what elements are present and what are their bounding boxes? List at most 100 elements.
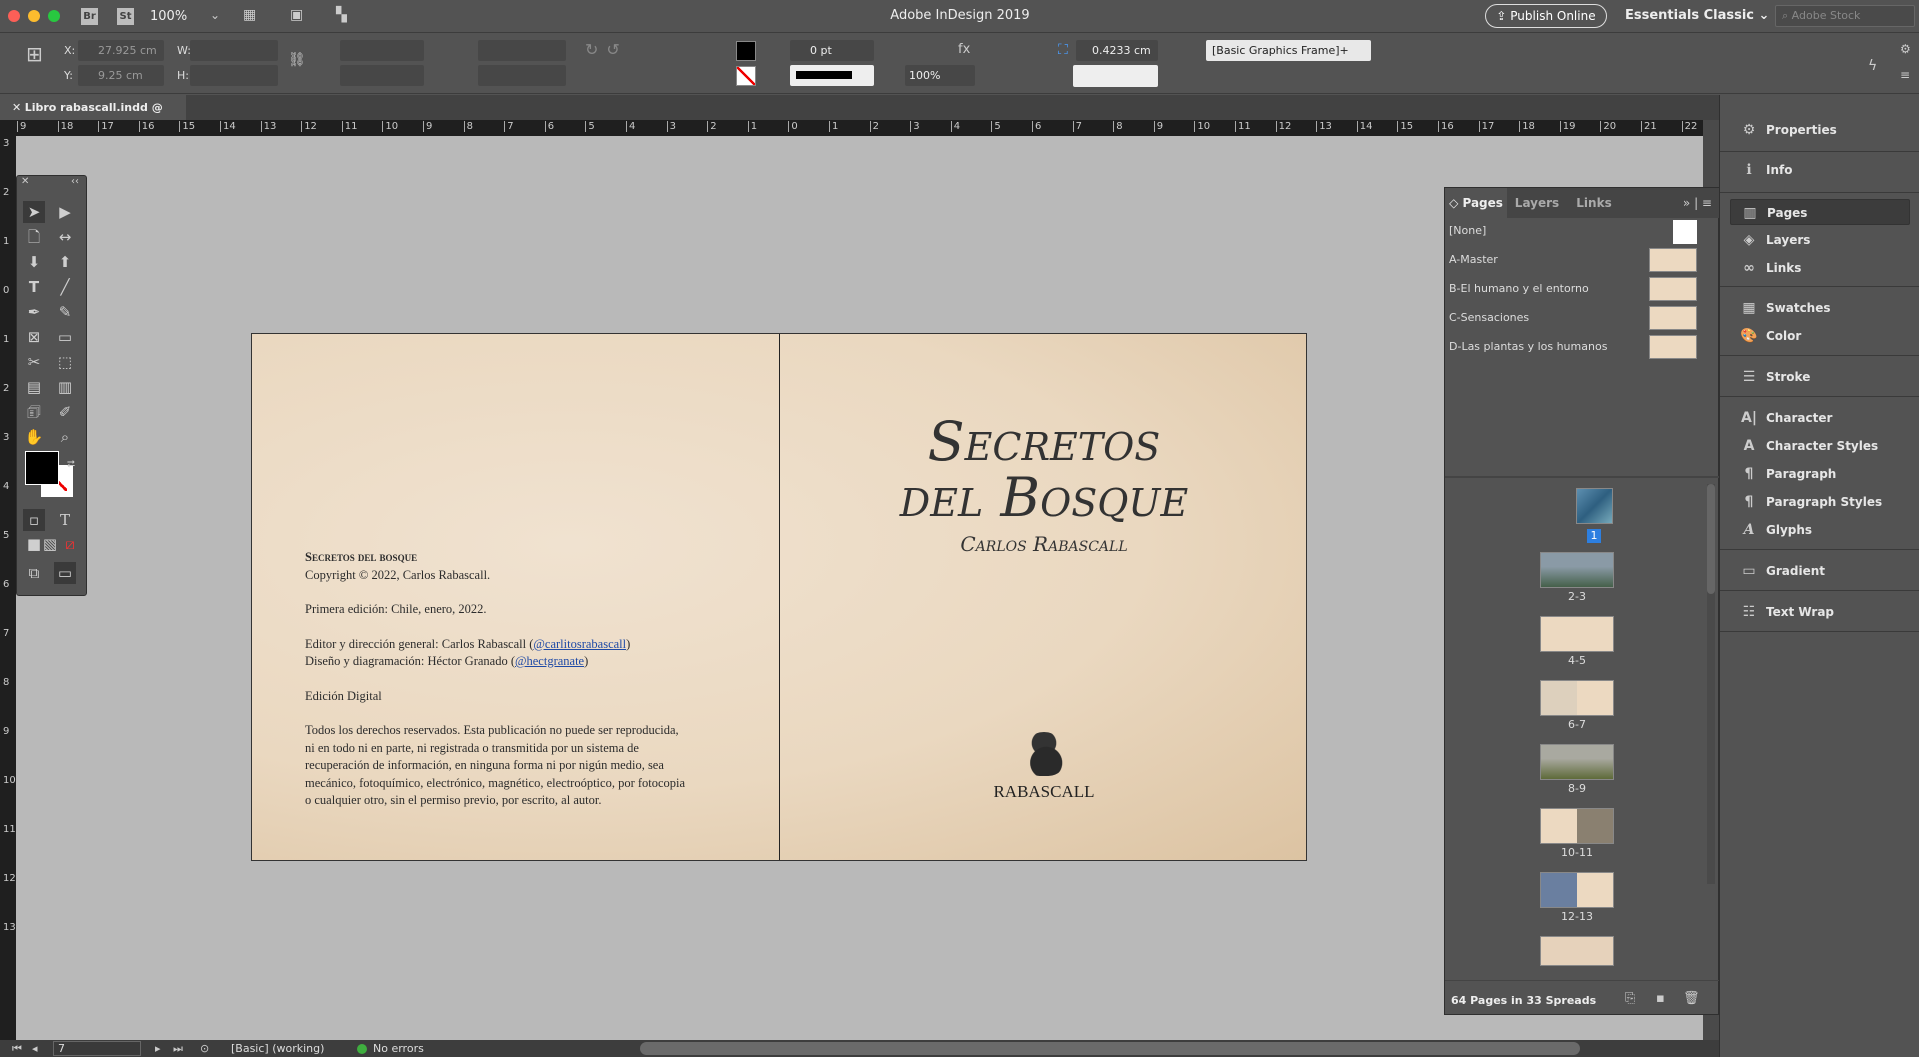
dock-item-stroke[interactable]: ☰ Stroke [1730, 364, 1910, 390]
new-page-icon[interactable]: ▪ [1656, 991, 1665, 1006]
apply-gradient-icon[interactable]: ▧ [39, 533, 61, 555]
formatting-text-icon[interactable]: T [54, 509, 76, 531]
fill-color-swatch[interactable] [25, 451, 59, 485]
page-size-icon[interactable]: ⎘ [1625, 991, 1635, 1006]
tab-links[interactable]: Links [1567, 188, 1621, 218]
fill-swatch[interactable] [736, 41, 756, 61]
dock-item-pages[interactable]: ▥ Pages [1730, 199, 1910, 225]
dock-item-links[interactable]: ∞ Links [1730, 255, 1910, 281]
zoom-window-button[interactable] [48, 10, 60, 22]
quick-apply-icon[interactable]: ϟ [1868, 58, 1877, 74]
shear-field[interactable] [478, 65, 566, 86]
last-page-icon[interactable]: ⏭ [173, 1040, 183, 1057]
zoom-tool-icon[interactable]: ⌕ [54, 426, 76, 448]
master-a[interactable]: A-Master [1449, 253, 1498, 266]
page-tool-icon[interactable]: 🗋 [23, 226, 45, 248]
copyright-text-frame[interactable]: Secretos del bosque Copyright © 2022, Ca… [305, 549, 685, 810]
document-spread[interactable]: Secretos del bosque Copyright © 2022, Ca… [251, 333, 1307, 861]
master-thumb[interactable] [1673, 220, 1697, 244]
master-thumb[interactable] [1649, 277, 1697, 301]
w-field[interactable] [190, 40, 278, 61]
type-tool-icon[interactable]: T [23, 276, 45, 298]
horizontal-scrollbar[interactable] [640, 1042, 1580, 1055]
tab-pages[interactable]: ◇ Pages [1445, 188, 1507, 218]
design-link[interactable]: @hectgranate [515, 654, 584, 668]
dock-item-text-wrap[interactable]: ☷ Text Wrap [1730, 599, 1910, 625]
scale-y-field[interactable] [340, 65, 424, 86]
document-tab[interactable]: ✕ Libro rabascall.indd @ 100% [0, 95, 186, 139]
horizontal-ruler[interactable]: 9 18 17 16 15 14 13 12 11 10 9 8 7 6 5 4 3 2 1 0 1 2 3 4 5 6 7 8 9 10… [0, 120, 1703, 136]
corner-shape-select[interactable] [1073, 65, 1158, 87]
stroke-type-select[interactable] [790, 65, 874, 86]
master-thumb[interactable] [1649, 306, 1697, 330]
spread-thumbnail[interactable] [1540, 680, 1614, 716]
trash-icon[interactable]: 🗑 [1683, 991, 1700, 1006]
close-icon[interactable]: ✕ [12, 101, 25, 114]
rectangle-tool-icon[interactable]: ▭ [54, 326, 76, 348]
spread-thumbnail[interactable] [1540, 808, 1614, 844]
rectangle-frame-tool-icon[interactable]: ⊠ [23, 326, 45, 348]
dock-item-paragraph-styles[interactable]: ¶ Paragraph Styles [1730, 489, 1910, 515]
auto-fit-icon[interactable]: ⛶ [1058, 42, 1068, 58]
rotation-field[interactable] [478, 40, 566, 61]
dock-item-character[interactable]: A| Character [1730, 405, 1910, 431]
swap-colors-icon[interactable]: ⮂ [67, 459, 75, 470]
screen-mode-icon[interactable]: ▭ [54, 562, 76, 584]
stock-button[interactable]: St [117, 8, 134, 25]
gear-icon[interactable]: ⚙ [1900, 42, 1911, 56]
master-thumb[interactable] [1649, 248, 1697, 272]
zoom-level[interactable]: 100% [150, 9, 187, 24]
dock-item-glyphs[interactable]: A Glyphs [1730, 517, 1910, 543]
gap-tool-icon[interactable]: ↔ [54, 226, 76, 248]
normal-view-icon[interactable]: ⧉ [23, 562, 45, 584]
panel-divider[interactable] [1445, 476, 1720, 478]
spread-thumbnail[interactable] [1540, 872, 1614, 908]
previous-page-icon[interactable]: ◂ [32, 1040, 38, 1057]
rotate-icons[interactable]: ↻↺ [585, 40, 628, 59]
chevron-down-icon[interactable]: ⌄ [210, 8, 220, 22]
object-style-select[interactable]: [Basic Graphics Frame]+ [1206, 40, 1371, 61]
master-b[interactable]: B-El humano y el entorno [1449, 282, 1589, 295]
direct-selection-tool-icon[interactable]: ▶ [54, 201, 76, 223]
master-d[interactable]: D-Las plantas y los humanos [1449, 340, 1607, 353]
effects-icon[interactable]: fx [958, 42, 970, 57]
spread-thumbnail[interactable] [1540, 936, 1614, 966]
selection-tool-icon[interactable]: ➤ [23, 201, 45, 223]
first-page-icon[interactable]: ⏮ [12, 1040, 22, 1057]
scale-x-field[interactable] [340, 40, 424, 61]
h-field[interactable] [190, 65, 278, 86]
dock-item-layers[interactable]: ◈ Layers [1730, 227, 1910, 253]
master-none[interactable]: [None] [1449, 224, 1486, 237]
panel-menu-icon[interactable]: ≡ [1900, 68, 1910, 82]
close-icon[interactable]: ✕ [21, 176, 29, 187]
spread-thumbnail[interactable] [1540, 616, 1614, 652]
opacity-field[interactable]: 100% [905, 65, 975, 86]
dock-item-character-styles[interactable]: A Character Styles [1730, 433, 1910, 459]
errors-status[interactable]: No errors [373, 1040, 424, 1057]
editor-link[interactable]: @carlitosrabascall [533, 637, 626, 651]
dock-item-color[interactable]: 🎨 Color [1730, 323, 1910, 349]
dock-item-swatches[interactable]: ▦ Swatches [1730, 295, 1910, 321]
publish-online-button[interactable]: ⇪ Publish Online [1485, 4, 1607, 28]
gradient-swatch-tool-icon[interactable]: ▤ [23, 376, 45, 398]
note-tool-icon[interactable]: 🗊 [23, 401, 45, 423]
bridge-button[interactable]: Br [81, 8, 98, 25]
preflight-profile[interactable]: [Basic] (working) [231, 1040, 324, 1057]
content-placer-icon[interactable]: ⬆ [54, 251, 76, 273]
preflight-icon[interactable]: ⊙ [200, 1040, 209, 1057]
arrange-documents-icon[interactable]: ▚ [336, 7, 347, 23]
cover-author[interactable]: Carlos Rabascall [780, 532, 1308, 556]
dock-item-info[interactable]: ℹ Info [1730, 157, 1910, 183]
master-c[interactable]: C-Sensaciones [1449, 311, 1529, 324]
dock-item-paragraph[interactable]: ¶ Paragraph [1730, 461, 1910, 487]
dock-item-gradient[interactable]: ▭ Gradient [1730, 558, 1910, 584]
tab-layers[interactable]: Layers [1507, 188, 1567, 218]
apply-none-icon[interactable]: ⧄ [59, 533, 81, 555]
close-window-button[interactable] [8, 10, 20, 22]
stroke-swatch[interactable] [736, 66, 756, 86]
vertical-ruler[interactable]: 3 2 1 0 1 2 3 4 5 6 7 8 9 10 11 12 13 [0, 136, 16, 1040]
scissors-tool-icon[interactable]: ✂ [23, 351, 45, 373]
master-thumb[interactable] [1649, 335, 1697, 359]
pencil-tool-icon[interactable]: ✎ [54, 301, 76, 323]
reference-point-icon[interactable]: ⊞ [26, 42, 43, 66]
